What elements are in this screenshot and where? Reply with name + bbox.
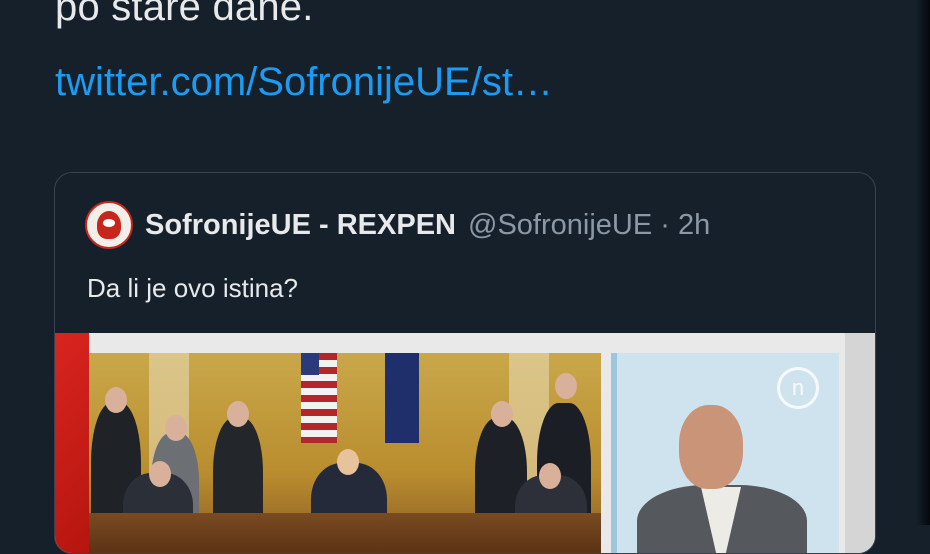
tweet-text: po stare dane.: [55, 0, 314, 29]
tweet-link[interactable]: twitter.com/SofronijeUE/st…: [55, 57, 553, 107]
quoted-tweet-card[interactable]: SofronijeUE - REXPEN @SofronijeUE · 2h D…: [54, 172, 876, 554]
media-right-strip: [845, 333, 875, 553]
media-oval-office-scene: [89, 353, 601, 553]
media-tv-interview-frame: n: [611, 353, 839, 553]
us-flag-icon: [301, 353, 337, 443]
screen-edge: [916, 0, 930, 525]
quoted-display-name[interactable]: SofronijeUE - REXPEN: [145, 209, 456, 242]
quoted-tweet-header: SofronijeUE - REXPEN @SofronijeUE · 2h: [85, 201, 710, 249]
quoted-handle-time[interactable]: @SofronijeUE · 2h: [468, 209, 710, 242]
avatar-eye: [103, 219, 115, 227]
quoted-tweet-text: Da li je ovo istina?: [87, 273, 298, 303]
tv-channel-logo-icon: n: [777, 367, 819, 409]
interviewee-head: [679, 405, 743, 489]
quoted-media-image[interactable]: n: [55, 333, 875, 553]
flag-icon: [385, 353, 419, 443]
media-red-bar: [55, 333, 89, 553]
avatar[interactable]: [85, 201, 133, 249]
desk: [89, 513, 601, 553]
